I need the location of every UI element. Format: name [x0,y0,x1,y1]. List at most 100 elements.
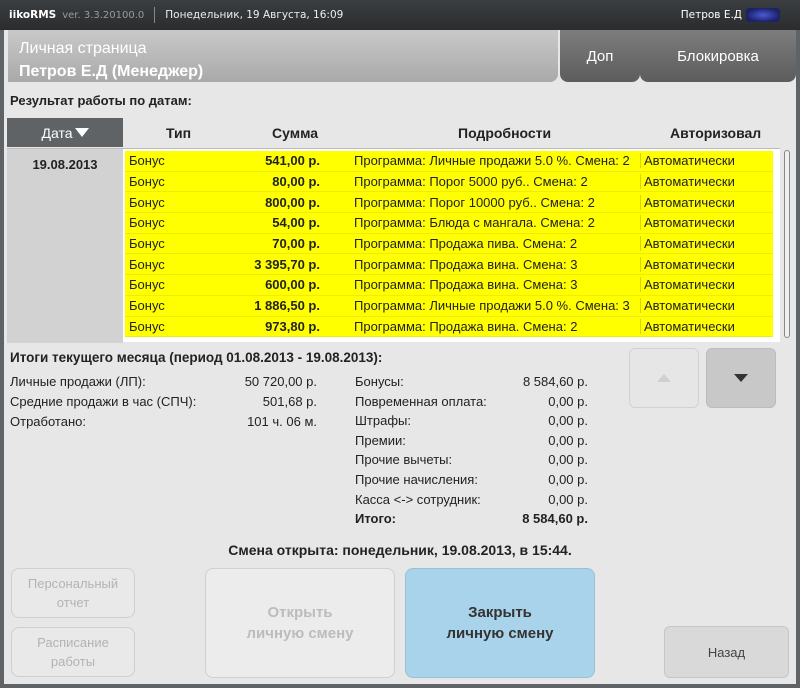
row-sum: 1 886,50 р. [254,298,320,314]
row-type: Бонус [129,215,165,231]
row-type: Бонус [129,318,165,334]
row-sum: 600,00 р. [265,277,320,293]
summary-label: Премии: [355,432,406,448]
app-version: ver. 3.3.20100.0 [62,9,145,21]
page-header: Личная страница Петров Е.Д (Менеджер) [8,30,558,82]
row-authorized: Автоматически [640,277,773,293]
summary-value: 0,00 р. [548,432,588,448]
schedule-label-1: Расписание [37,635,109,650]
user-indicator [746,8,780,22]
column-header-sum: Сумма [272,125,319,141]
open-shift-button[interactable]: Открыть личную смену [205,568,395,678]
row-details: Программа: Продажа вина. Смена: 3 [354,256,578,272]
close-shift-label-1: Закрыть [468,604,532,621]
personal-report-label-2: отчет [56,595,90,610]
lock-button[interactable]: Блокировка [640,30,796,82]
personal-report-label-1: Персональный [27,576,119,591]
table-row[interactable]: Бонус 54,00 р. Программа: Блюда с мангала.… [125,213,773,234]
summary-label: Прочие начисления: [355,472,478,487]
row-details: Программа: Порог 5000 руб.. Смена: 2 [354,174,588,190]
results-table: 19.08.2013 Бонус 541,00 р. Программа: Личн… [7,148,780,343]
row-sum: 80,00 р. [272,174,320,190]
table-row[interactable]: Бонус 3 395,70 р. Программа: Продажа вина.… [125,254,773,276]
personal-report-button[interactable]: Персональный отчет [11,568,135,618]
current-datetime: Понедельник, 19 Августа, 16:09 [165,9,344,21]
month-summary-title: Итоги текущего месяца (период 01.08.2013… [10,350,383,365]
summary-value: 0,00 р. [548,491,588,507]
row-details: Программа: Личные продажи 5.0 %. Смена: … [354,298,630,314]
summary-label: Прочие вычеты: [355,452,453,468]
row-sum: 70,00 р. [272,236,320,252]
table-row[interactable]: Бонус 80,00 р. Программа: Порог 5000 руб..… [125,171,773,193]
page-title: Личная страница [19,40,147,57]
row-authorized: Автоматически [640,256,773,272]
column-header-date[interactable]: Дата [7,118,123,147]
summary-label: Повременная оплата: [355,393,487,409]
row-sum: 973,80 р. [265,318,320,334]
summary-label: Штрафы: [355,413,411,429]
date-cell[interactable]: 19.08.2013 [7,149,123,343]
column-header-date-label: Дата [41,124,73,141]
scrollbar-thumb[interactable] [784,150,790,338]
summary-total-label: Итого: [355,511,396,527]
summary-label: Бонусы: [355,374,404,389]
summary-value: 0,00 р. [548,413,588,429]
summary-value: 501,68 р. [262,394,317,409]
column-header-type: Тип [166,125,192,141]
row-type: Бонус [129,256,165,272]
row-details: Программа: Продажа вина. Смена: 2 [354,318,578,334]
column-header-authorized: Авторизовал [670,125,762,141]
row-details: Программа: Продажа вина. Смена: 3 [354,277,578,293]
table-row[interactable]: Бонус 1 886,50 р. Программа: Личные продаж… [125,295,773,317]
row-type: Бонус [129,194,165,210]
scroll-down-button[interactable] [706,348,776,408]
row-authorized: Автоматически [640,153,773,169]
extra-button[interactable]: Доп [560,30,640,82]
back-button[interactable]: Назад [664,626,789,678]
row-authorized: Автоматически [640,194,773,210]
row-type: Бонус [129,277,165,293]
arrow-down-icon [734,374,748,382]
close-shift-button[interactable]: Закрыть личную смену [405,568,595,678]
row-sum: 541,00 р. [265,153,320,169]
sort-desc-icon [74,127,89,137]
open-shift-label-2: личную смену [246,625,354,642]
title-separator [154,7,156,23]
summary-value: 50 720,00 р. [244,374,317,389]
row-details: Программа: Личные продажи 5.0 %. Смена: … [354,153,630,169]
row-type: Бонус [129,298,165,314]
schedule-button[interactable]: Расписание работы [11,627,135,677]
row-type: Бонус [129,236,165,252]
table-row[interactable]: Бонус 70,00 р. Программа: Продажа пива. См… [125,233,773,255]
table-row[interactable]: Бонус 973,80 р. Программа: Продажа вина. С… [125,316,773,338]
row-type: Бонус [129,153,165,169]
close-shift-label-2: личную смену [446,625,554,642]
row-authorized: Автоматически [640,174,773,190]
summary-value: 0,00 р. [548,393,588,409]
table-scrollbar[interactable] [782,150,792,340]
row-details: Программа: Продажа пива. Смена: 2 [354,236,578,252]
summary-value: 0,00 р. [548,452,588,468]
results-rows: Бонус 541,00 р. Программа: Личные продажи … [125,151,773,338]
scroll-up-button[interactable] [629,348,699,408]
row-authorized: Автоматически [640,236,773,252]
summary-label: Отработано: [10,414,86,429]
row-sum: 800,00 р. [265,194,320,210]
summary-label: Касса <-> сотрудник: [355,491,481,507]
window-titlebar: iikoRMS ver. 3.3.20100.0 Понедельник, 19… [0,0,800,30]
shift-status: Смена открыта: понедельник, 19.08.2013, … [228,542,572,558]
arrow-up-icon [657,374,671,382]
summary-label: Средние продажи в час (СПЧ): [10,394,197,409]
employee-name: Петров Е.Д (Менеджер) [19,63,204,80]
summary-value: 8 584,60 р. [522,374,588,389]
summary-value: 101 ч. 06 м. [247,414,317,429]
current-user: Петров Е.Д [680,9,742,21]
main-area: Личная страница Петров Е.Д (Менеджер) До… [4,30,796,684]
table-row[interactable]: Бонус 541,00 р. Программа: Личные продажи … [125,151,773,172]
column-header-details: Подробности [458,125,552,141]
table-row[interactable]: Бонус 600,00 р. Программа: Продажа вина. С… [125,275,773,296]
schedule-label-2: работы [50,654,96,669]
summary-value: 0,00 р. [548,472,588,487]
table-row[interactable]: Бонус 800,00 р. Программа: Порог 10000 руб… [125,192,773,214]
row-sum: 3 395,70 р. [254,256,320,272]
